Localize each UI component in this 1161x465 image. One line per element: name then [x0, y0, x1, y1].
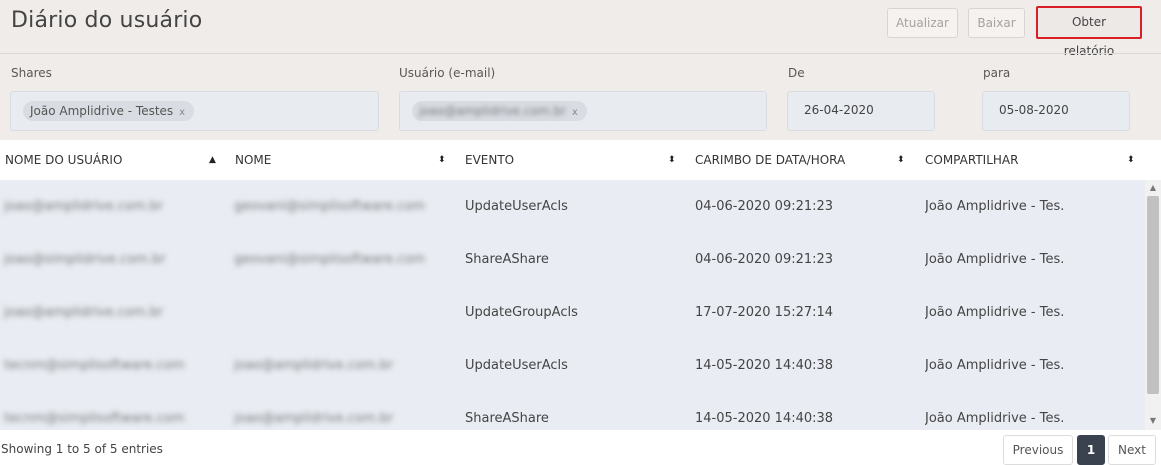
cell-username: tecnm@simplisoftware.com: [4, 411, 185, 426]
cell-username: joao@amplidrive.com.br: [4, 305, 164, 320]
cell-name: [234, 286, 454, 339]
previous-page-button[interactable]: Previous: [1003, 435, 1073, 465]
sort-icon[interactable]: ⬍: [438, 140, 446, 180]
refresh-button[interactable]: Atualizar: [887, 8, 958, 38]
cell-event: UpdateUserAcls: [465, 199, 568, 214]
cell-name: joao@amplidrive.com.br: [234, 358, 394, 373]
cell-name: geovani@simplisoftware.com: [234, 199, 425, 214]
cell-username: joao@amplidrive.com.br: [4, 199, 164, 214]
cell-event: UpdateGroupAcls: [465, 305, 578, 320]
cell-share: João Amplidrive - Tes...: [925, 252, 1065, 267]
shares-select[interactable]: João Amplidrive - Testes x: [10, 91, 379, 131]
download-button[interactable]: Baixar: [968, 8, 1025, 38]
column-header-share[interactable]: COMPARTILHAR ⬍: [925, 140, 1140, 180]
user-chip: joao@amplidrive.com.br x: [412, 101, 587, 121]
share-chip: João Amplidrive - Testes x: [23, 101, 195, 121]
from-date-input[interactable]: 26-04-2020: [787, 91, 935, 131]
get-report-button[interactable]: Obter relatório: [1036, 6, 1142, 58]
table-row[interactable]: tecnm@simplisoftware.com joao@amplidrive…: [0, 339, 1145, 392]
cell-share: João Amplidrive - Tes...: [925, 199, 1065, 214]
to-date-label: para: [983, 66, 1011, 80]
user-email-label: Usuário (e-mail): [399, 66, 496, 80]
cell-timestamp: 14-05-2020 14:40:38: [695, 411, 834, 426]
to-date-input[interactable]: 05-08-2020: [982, 91, 1130, 131]
share-chip-remove-icon[interactable]: x: [179, 107, 185, 118]
sort-icon[interactable]: ⬍: [1127, 140, 1135, 180]
column-header-label: NOME: [235, 153, 272, 167]
user-chip-remove-icon[interactable]: x: [572, 107, 578, 118]
table-row[interactable]: joao@amplidrive.com.br geovani@simplisof…: [0, 180, 1145, 233]
shares-label: Shares: [11, 66, 52, 80]
cell-name: joao@amplidrive.com.br: [234, 411, 394, 426]
cell-event: ShareAShare: [465, 252, 549, 267]
column-header-label: COMPARTILHAR: [925, 153, 1019, 167]
to-date-value: 05-08-2020: [999, 103, 1069, 117]
cell-timestamp: 14-05-2020 14:40:38: [695, 358, 834, 373]
table-row[interactable]: joao@simplidrive.com.br geovani@simpliso…: [0, 233, 1145, 286]
page-1-button[interactable]: 1: [1077, 435, 1105, 465]
cell-name: geovani@simplisoftware.com: [234, 252, 425, 267]
scrollbar-thumb[interactable]: [1147, 196, 1159, 394]
user-chip-label: joao@amplidrive.com.br: [419, 104, 566, 118]
column-header-label: CARIMBO DE DATA/HORA: [695, 153, 846, 167]
cell-share: João Amplidrive - Tes...: [925, 358, 1065, 373]
from-date-value: 26-04-2020: [804, 103, 874, 117]
scroll-up-icon[interactable]: ▲: [1146, 183, 1160, 192]
sort-asc-icon[interactable]: ▲: [209, 140, 216, 180]
column-header-timestamp[interactable]: CARIMBO DE DATA/HORA ⬍: [695, 140, 910, 180]
scroll-down-icon[interactable]: ▼: [1146, 416, 1160, 425]
page-title: Diário do usuário: [11, 8, 203, 33]
cell-share: João Amplidrive - Tes...: [925, 305, 1065, 320]
cell-username: tecnm@simplisoftware.com: [4, 358, 185, 373]
cell-timestamp: 17-07-2020 15:27:14: [695, 305, 834, 320]
column-header-name[interactable]: NOME ⬍: [235, 140, 450, 180]
column-header-label: EVENTO: [465, 153, 515, 167]
table-row[interactable]: tecnm@simplisoftware.com joao@amplidrive…: [0, 392, 1145, 430]
cell-share: João Amplidrive - Tes...: [925, 411, 1065, 426]
table-row[interactable]: joao@amplidrive.com.br UpdateGroupAcls 1…: [0, 286, 1145, 339]
column-header-username[interactable]: NOME DO USUÁRIO ▲: [5, 140, 220, 180]
cell-timestamp: 04-06-2020 09:21:23: [695, 199, 834, 214]
header-divider: [0, 53, 1161, 54]
column-header-label: NOME DO USUÁRIO: [5, 153, 123, 167]
column-header-event[interactable]: EVENTO ⬍: [465, 140, 680, 180]
share-chip-label: João Amplidrive - Testes: [30, 104, 174, 118]
next-page-button[interactable]: Next: [1108, 435, 1156, 465]
entries-info: Showing 1 to 5 of 5 entries: [1, 442, 163, 456]
cell-timestamp: 04-06-2020 09:21:23: [695, 252, 834, 267]
cell-event: UpdateUserAcls: [465, 358, 568, 373]
cell-username: joao@simplidrive.com.br: [4, 252, 166, 267]
from-date-label: De: [788, 66, 805, 80]
sort-icon[interactable]: ⬍: [897, 140, 905, 180]
cell-event: ShareAShare: [465, 411, 549, 426]
sort-icon[interactable]: ⬍: [668, 140, 676, 180]
user-email-select[interactable]: joao@amplidrive.com.br x: [399, 91, 767, 131]
